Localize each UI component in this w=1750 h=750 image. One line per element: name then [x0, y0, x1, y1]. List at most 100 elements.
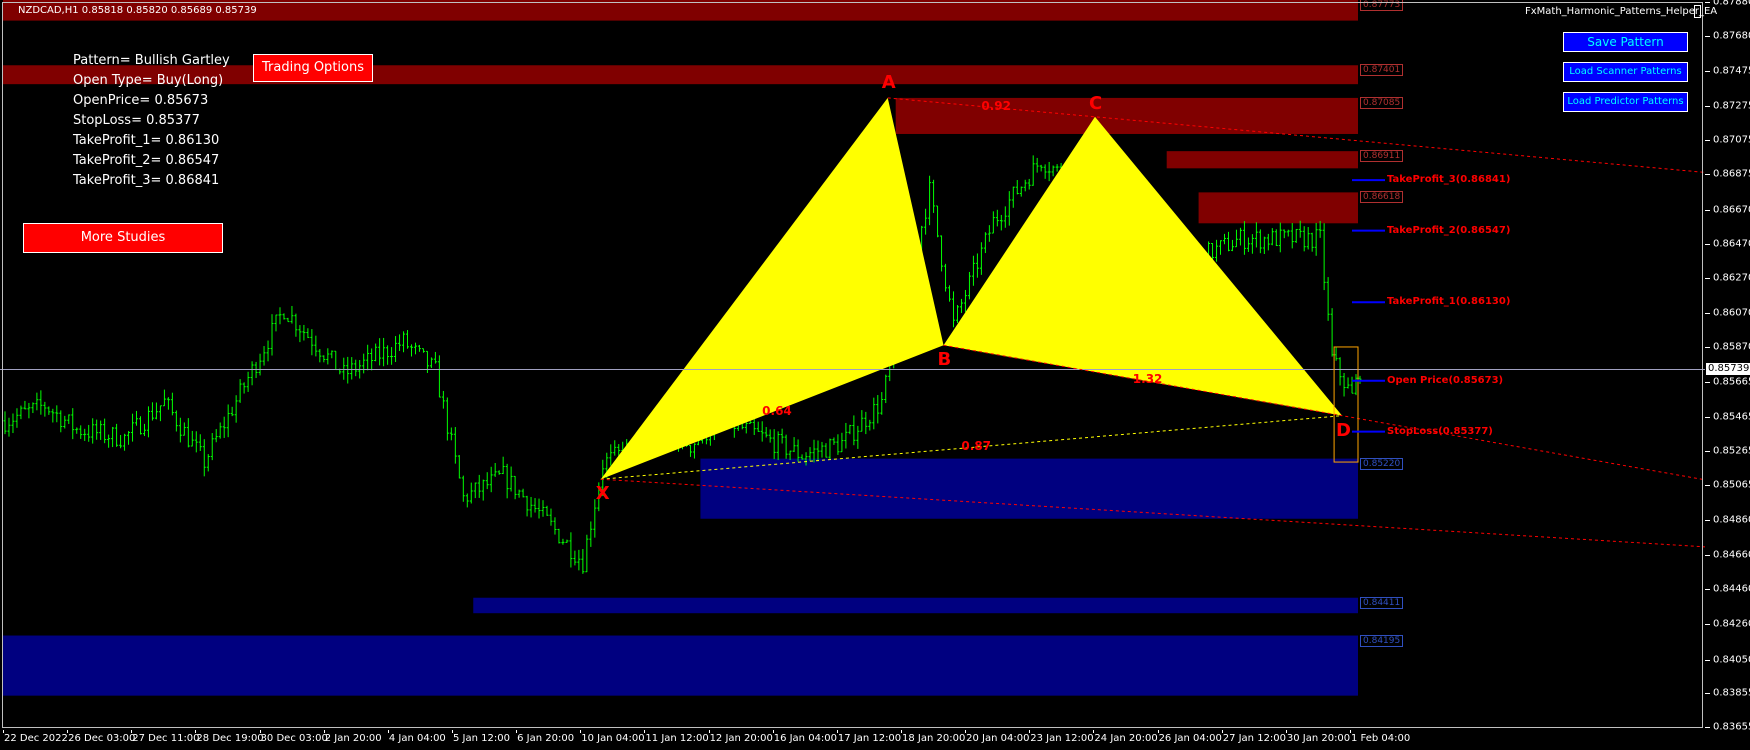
y-tick-mark: [1705, 727, 1710, 729]
entry-box: [1333, 346, 1359, 463]
y-tick-mark: [1705, 36, 1710, 38]
chart-plot-area[interactable]: TakeProfit_3(0.86841) TakeProfit_2(0.8654…: [0, 0, 1706, 730]
y-tick-label: 0.87680: [1713, 30, 1750, 42]
y-tick-label: 0.86070: [1713, 307, 1750, 319]
y-tick-label: 0.83855: [1713, 687, 1750, 699]
demand-zone: [700, 458, 1358, 519]
x-tick-label: 24 Jan 20:00: [1094, 733, 1158, 744]
save-pattern-button[interactable]: Save Pattern: [1563, 32, 1688, 52]
level-label: StopLoss(0.85377): [1387, 425, 1493, 437]
open-price: OpenPrice= 0.85673: [73, 93, 209, 108]
demand-zone: [473, 597, 1358, 614]
supply-zone: [1166, 151, 1358, 169]
y-tick-mark: [1705, 623, 1710, 625]
more-studies-button[interactable]: More Studies: [23, 223, 223, 253]
y-tick-mark: [1705, 659, 1710, 661]
take-profit-3: TakeProfit_3= 0.86841: [73, 173, 220, 188]
ratio-label: 1.32: [1132, 372, 1163, 387]
ratio-label: 0.92: [981, 99, 1011, 114]
y-tick-mark: [1705, 693, 1710, 695]
y-tick-label: 0.86875: [1713, 168, 1750, 180]
pattern-point-a: A: [881, 71, 896, 93]
x-tick-label: 20 Jan 04:00: [966, 733, 1030, 744]
ratio-label: 0.87: [961, 439, 992, 454]
y-tick-mark: [1705, 1, 1710, 3]
x-tick-label: 23 Jan 12:00: [1030, 733, 1094, 744]
y-tick-mark: [1705, 139, 1710, 141]
y-tick-mark: [1705, 554, 1710, 556]
y-tick-label: 0.84460: [1713, 583, 1750, 595]
level-label: TakeProfit_3(0.86841): [1387, 174, 1511, 186]
y-tick-mark: [1705, 174, 1710, 176]
level-label: TakeProfit_2(0.86547): [1387, 224, 1511, 236]
x-tick-label: 5 Jan 12:00: [453, 733, 510, 744]
supply-zone: [1198, 192, 1358, 224]
supply-zone: [895, 97, 1358, 134]
zone-price-tag: 0.86911: [1360, 150, 1404, 163]
trading-options-button[interactable]: Trading Options: [253, 54, 373, 82]
y-tick-label: 0.87075: [1713, 134, 1750, 146]
y-tick-mark: [1705, 278, 1710, 280]
zone-price-tag: 0.84195: [1360, 634, 1404, 647]
ea-status-icon[interactable]: [1694, 5, 1701, 18]
y-tick-mark: [1705, 382, 1710, 384]
x-tick-label: 12 Jan 20:00: [709, 733, 773, 744]
x-tick-label: 26 Dec 03:00: [68, 733, 136, 744]
x-tick-label: 22 Dec 2022: [4, 733, 68, 744]
y-tick-label: 0.85665: [1713, 376, 1750, 388]
y-tick-mark: [1705, 485, 1710, 487]
pattern-point-c: C: [1088, 92, 1103, 114]
pattern-point-b: B: [937, 349, 952, 371]
ea-name: FxMath_Harmonic_Patterns_Helper_EA: [1525, 6, 1718, 17]
zone-price-tag: 0.87401: [1360, 64, 1404, 77]
x-tick-label: 1 Feb 04:00: [1351, 733, 1411, 744]
y-tick-label: 0.84260: [1713, 618, 1750, 629]
x-tick-label: 4 Jan 04:00: [388, 733, 446, 744]
price-axis: 0.87880 0.87680 0.87475 0.87275 0.87075 0.868…: [1705, 0, 1750, 733]
zone-price-tag: 0.85220: [1360, 457, 1404, 470]
y-tick-label: 0.84660: [1713, 549, 1750, 561]
pattern-info-panel: Pattern= Bullish Gartley Open Type= Buy(…: [73, 51, 230, 191]
time-axis: 22 Dec 2022 26 Dec 03:00 27 Dec 11:00 28 De…: [0, 730, 1705, 750]
level-label: TakeProfit_1(0.86130): [1387, 296, 1511, 308]
zone-price-tag: 0.87085: [1360, 96, 1404, 109]
y-tick-mark: [1705, 450, 1710, 452]
x-tick-label: 16 Jan 04:00: [773, 733, 838, 744]
y-tick-label: 0.87475: [1713, 65, 1750, 77]
y-tick-mark: [1705, 105, 1710, 107]
y-tick-label: 0.83655: [1713, 721, 1750, 733]
pattern-point-x: X: [595, 483, 610, 505]
load-predictor-patterns-button[interactable]: Load Predictor Patterns: [1563, 92, 1688, 112]
y-tick-mark: [1705, 589, 1710, 591]
y-tick-mark: [1705, 312, 1710, 314]
x-tick-label: 27 Dec 11:00: [132, 733, 200, 744]
x-tick-label: 11 Jan 12:00: [645, 733, 709, 744]
x-tick-label: 26 Jan 04:00: [1158, 733, 1222, 744]
y-tick-mark: [1705, 346, 1710, 348]
x-tick-label: 2 Jan 20:00: [324, 733, 382, 744]
y-tick-label: 0.86670: [1713, 204, 1750, 216]
take-profit-2: TakeProfit_2= 0.86547: [73, 153, 220, 168]
y-tick-label: 0.84860: [1713, 514, 1750, 526]
zone-price-tag: 0.87773: [1360, 0, 1404, 11]
y-tick-mark: [1705, 209, 1710, 211]
x-tick-label: 30 Dec 03:00: [260, 733, 328, 744]
y-tick-mark: [1705, 71, 1710, 73]
y-tick-label: 0.85265: [1713, 445, 1750, 457]
x-tick-label: 10 Jan 04:00: [581, 733, 645, 744]
y-tick-label: 0.84050: [1713, 654, 1750, 666]
load-scanner-patterns-button[interactable]: Load Scanner Patterns: [1563, 62, 1688, 82]
stop-loss: StopLoss= 0.85377: [73, 113, 200, 128]
y-tick-mark: [1705, 243, 1710, 245]
zone-price-tag: 0.84411: [1360, 596, 1404, 609]
open-type: Open Type= Buy(Long): [73, 73, 224, 88]
chart-svg: [0, 0, 1706, 696]
symbol-info: NZDCAD,H1 0.85818 0.85820 0.85689 0.8573…: [18, 5, 257, 16]
y-tick-label: 0.87880: [1713, 0, 1750, 8]
y-tick-label: 0.85870: [1713, 341, 1750, 353]
y-tick-mark: [1705, 520, 1710, 522]
level-label: Open Price(0.85673): [1387, 374, 1504, 386]
zone-price-tag: 0.86618: [1360, 191, 1404, 204]
y-tick-label: 0.87275: [1713, 100, 1750, 112]
ratio-label: 0.64: [762, 404, 792, 419]
